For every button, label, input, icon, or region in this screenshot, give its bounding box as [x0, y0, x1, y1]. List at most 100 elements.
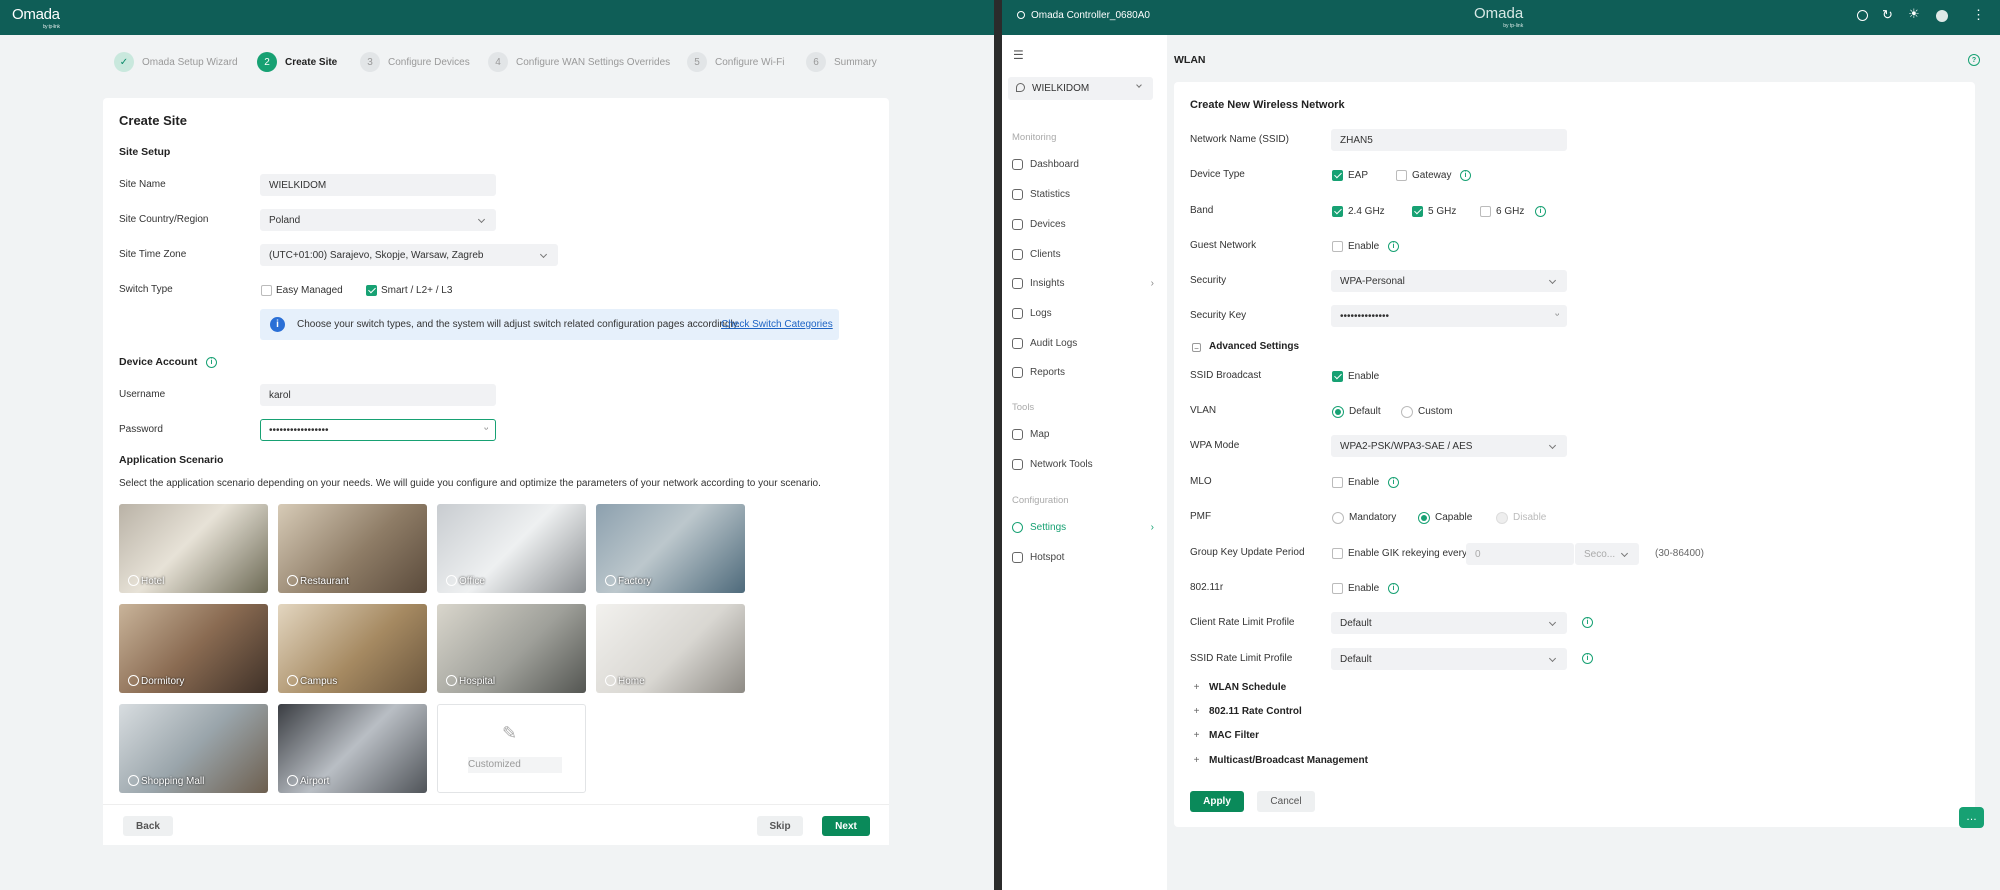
sidebar-item-reports[interactable]: Reports: [1012, 367, 1065, 378]
scenario-hospital[interactable]: Hospital: [437, 604, 586, 693]
scenario-radio[interactable]: [605, 575, 616, 586]
client-rate-select[interactable]: Default: [1331, 612, 1567, 634]
expand-icon[interactable]: +: [1192, 731, 1201, 741]
info-icon[interactable]: i: [1460, 170, 1471, 181]
ssid-input[interactable]: ZHAN5: [1331, 129, 1567, 151]
sidebar-item-statistics[interactable]: Statistics: [1012, 189, 1070, 200]
wlan-schedule-toggle[interactable]: WLAN Schedule: [1209, 682, 1286, 693]
wpa-mode-select[interactable]: WPA2-PSK/WPA3-SAE / AES: [1331, 435, 1567, 457]
more-icon[interactable]: ⋮: [1972, 7, 1985, 23]
sidebar-item-insights[interactable]: Insights ›: [1012, 278, 1154, 289]
password-input[interactable]: ••••••••••••••••• ᵕ: [260, 419, 496, 441]
group-key-period-input[interactable]: 0: [1466, 543, 1574, 565]
sidebar-item-audit-logs[interactable]: Audit Logs: [1012, 338, 1077, 349]
ssid-rate-select[interactable]: Default: [1331, 648, 1567, 670]
info-icon[interactable]: i: [1582, 617, 1593, 628]
mac-filter-toggle[interactable]: MAC Filter: [1209, 730, 1259, 741]
pmf-mandatory-radio[interactable]: [1332, 512, 1344, 524]
sidebar-item-settings[interactable]: Settings ›: [1012, 522, 1154, 533]
group-key-checkbox[interactable]: [1332, 548, 1343, 559]
scenario-office[interactable]: Office: [437, 504, 586, 593]
sidebar-item-devices[interactable]: Devices: [1012, 219, 1066, 230]
expand-icon[interactable]: +: [1192, 683, 1201, 693]
eye-hidden-icon[interactable]: ᵕ: [1555, 310, 1559, 321]
sidebar-item-hotspot[interactable]: Hotspot: [1012, 552, 1064, 563]
rate-control-toggle[interactable]: 802.11 Rate Control: [1209, 706, 1302, 717]
scenario-factory[interactable]: Factory: [596, 504, 745, 593]
scenario-shopping-mall[interactable]: Shopping Mall: [119, 704, 268, 793]
pmf-disable-radio[interactable]: [1496, 512, 1508, 524]
scenario-radio[interactable]: [128, 675, 139, 686]
scenario-restaurant[interactable]: Restaurant: [278, 504, 427, 593]
scenario-home[interactable]: Home: [596, 604, 745, 693]
sidebar-item-network-tools[interactable]: Network Tools: [1012, 459, 1093, 470]
smart-switch-checkbox[interactable]: [366, 285, 377, 296]
scenario-airport[interactable]: Airport: [278, 704, 427, 793]
scenario-radio[interactable]: [128, 575, 139, 586]
theme-icon[interactable]: ☀: [1908, 6, 1920, 22]
avatar[interactable]: [1936, 10, 1948, 22]
next-button[interactable]: Next: [822, 816, 870, 836]
help-icon[interactable]: ?: [1968, 54, 1980, 66]
advanced-settings-toggle[interactable]: Advanced Settings: [1209, 341, 1299, 352]
info-icon[interactable]: i: [1582, 653, 1593, 664]
vlan-custom-radio[interactable]: [1401, 406, 1413, 418]
back-button[interactable]: Back: [123, 816, 173, 836]
scenario-radio[interactable]: [287, 775, 298, 786]
site-selector[interactable]: WIELKIDOM: [1008, 77, 1153, 100]
scenario-radio[interactable]: [287, 675, 298, 686]
info-icon[interactable]: i: [206, 357, 217, 368]
80211r-checkbox[interactable]: [1332, 583, 1343, 594]
info-icon[interactable]: i: [1535, 206, 1546, 217]
info-icon[interactable]: i: [1388, 241, 1399, 252]
guest-network-checkbox[interactable]: [1332, 241, 1343, 252]
eye-hidden-icon[interactable]: ᵕ: [484, 424, 488, 435]
scenario-radio[interactable]: [287, 575, 298, 586]
gateway-checkbox[interactable]: [1396, 170, 1407, 181]
eap-checkbox[interactable]: [1332, 170, 1343, 181]
check-switch-categories-link[interactable]: Check Switch Categories: [721, 319, 833, 330]
security-select[interactable]: WPA-Personal: [1331, 270, 1567, 292]
skip-button[interactable]: Skip: [757, 816, 803, 836]
search-icon[interactable]: [1857, 10, 1868, 21]
scenario-dormitory[interactable]: Dormitory: [119, 604, 268, 693]
scenario-radio[interactable]: [446, 575, 457, 586]
expand-icon[interactable]: +: [1192, 707, 1201, 717]
sidebar-item-map[interactable]: Map: [1012, 429, 1049, 440]
info-icon[interactable]: i: [1388, 477, 1399, 488]
group-key-unit-select[interactable]: Seco...: [1575, 543, 1639, 565]
scenario-customized[interactable]: ✎ Customized: [437, 704, 586, 793]
country-select[interactable]: Poland: [260, 209, 496, 231]
easy-managed-checkbox[interactable]: [261, 285, 272, 296]
refresh-icon[interactable]: ↻: [1882, 7, 1893, 23]
scenario-radio[interactable]: [446, 675, 457, 686]
security-key-input[interactable]: •••••••••••••• ᵕ: [1331, 305, 1567, 327]
scenario-radio[interactable]: [605, 675, 616, 686]
sidebar-item-logs[interactable]: Logs: [1012, 308, 1052, 319]
scenario-radio[interactable]: [128, 775, 139, 786]
ssid-broadcast-checkbox[interactable]: [1332, 371, 1343, 382]
multicast-toggle[interactable]: Multicast/Broadcast Management: [1209, 755, 1368, 766]
group-key-enable-label: Enable GIK rekeying every: [1348, 548, 1467, 559]
cancel-button[interactable]: Cancel: [1257, 791, 1315, 812]
band-24-checkbox[interactable]: [1332, 206, 1343, 217]
site-name-input[interactable]: WIELKIDOM: [260, 174, 496, 196]
timezone-select[interactable]: (UTC+01:00) Sarajevo, Skopje, Warsaw, Za…: [260, 244, 558, 266]
collapse-icon[interactable]: −: [1192, 343, 1201, 353]
band-5-checkbox[interactable]: [1412, 206, 1423, 217]
scenario-hotel[interactable]: Hotel: [119, 504, 268, 593]
scenario-campus[interactable]: Campus: [278, 604, 427, 693]
username-input[interactable]: karol: [260, 384, 496, 406]
expand-icon[interactable]: +: [1192, 756, 1201, 766]
sidebar-item-clients[interactable]: Clients: [1012, 249, 1061, 260]
vlan-default-radio[interactable]: [1332, 406, 1344, 418]
ssid-broadcast-enable-label: Enable: [1348, 371, 1380, 382]
chat-icon[interactable]: …: [1959, 807, 1984, 828]
collapse-menu-icon[interactable]: ☰: [1013, 48, 1024, 62]
info-icon[interactable]: i: [1388, 583, 1399, 594]
sidebar-item-dashboard[interactable]: Dashboard: [1012, 159, 1079, 170]
pmf-capable-radio[interactable]: [1418, 512, 1430, 524]
band-6-checkbox[interactable]: [1480, 206, 1491, 217]
apply-button[interactable]: Apply: [1190, 791, 1244, 812]
mlo-checkbox[interactable]: [1332, 477, 1343, 488]
